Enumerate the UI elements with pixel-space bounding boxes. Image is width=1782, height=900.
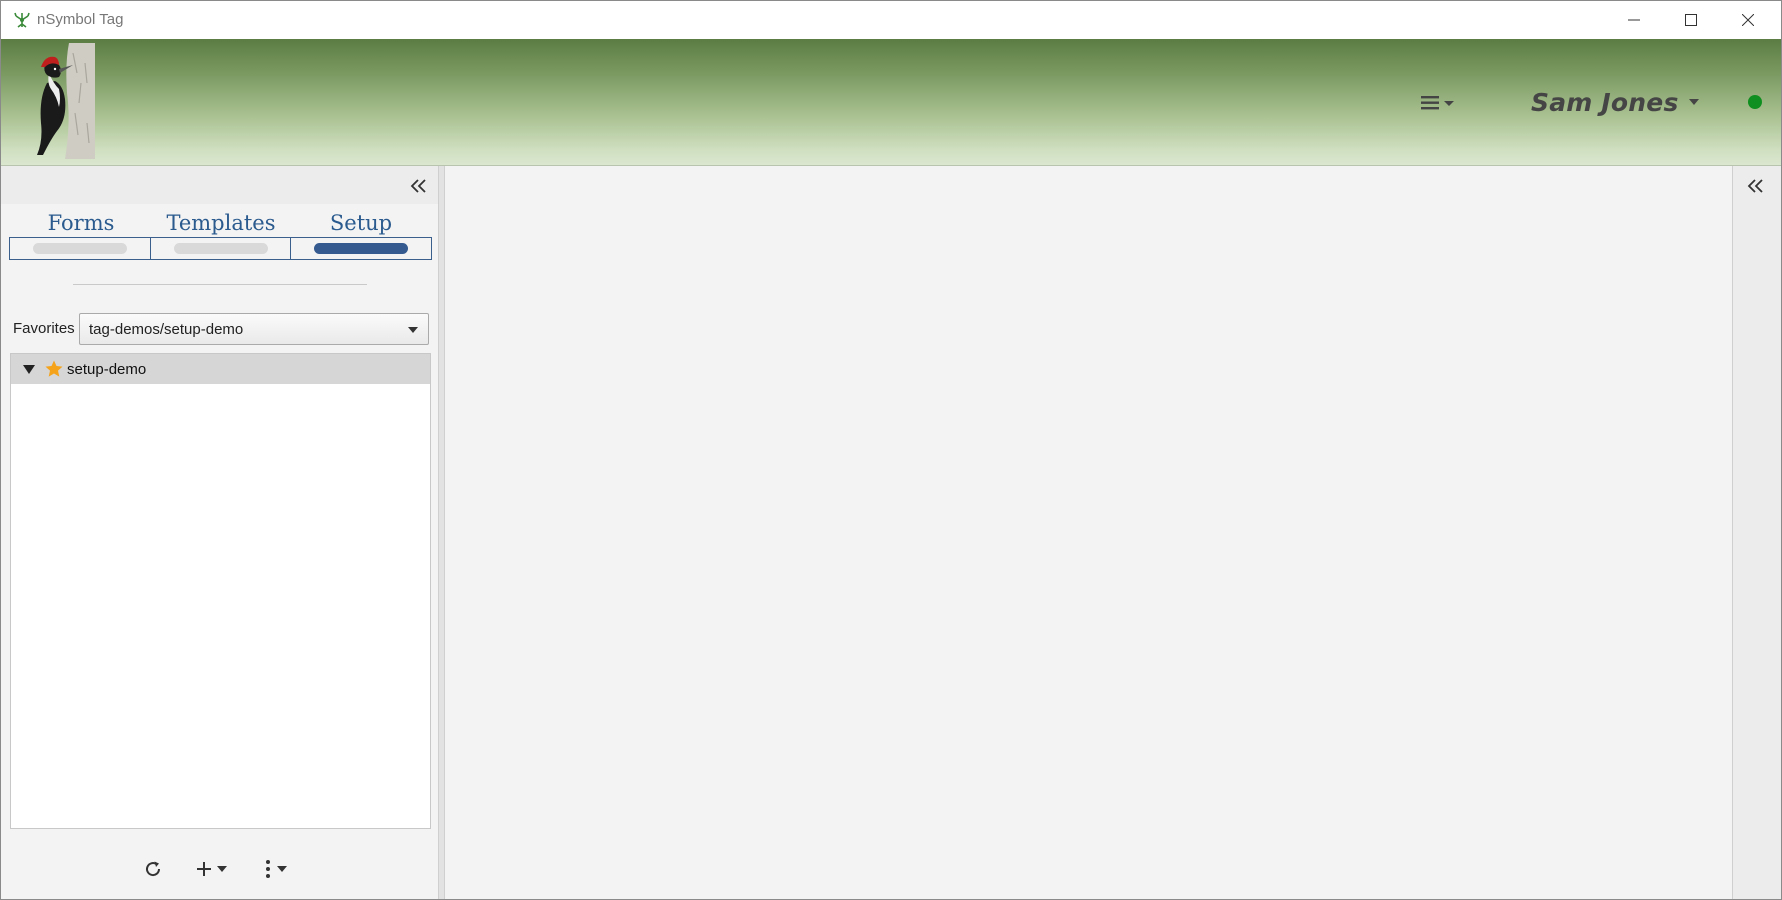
user-name: Sam Jones [1531,87,1679,117]
tab-forms-indicator[interactable] [10,238,151,259]
tab-setup-indicator[interactable] [291,238,431,259]
tab-pill [173,243,268,254]
user-menu[interactable]: Sam Jones [1531,87,1699,117]
favorites-label: Favorites [13,320,75,337]
tab-templates[interactable]: Templates [151,211,291,235]
minimize-button[interactable] [1605,1,1663,39]
chevron-down-icon [408,327,418,333]
tab-indicator-strip [9,237,432,260]
favorites-select[interactable]: tag-demos/setup-demo [79,313,429,345]
window-title: nSymbol Tag [37,11,124,28]
double-chevron-left-icon[interactable] [1746,176,1766,196]
minimize-icon [1628,19,1640,21]
tree-item[interactable]: setup-demo [11,354,430,384]
expand-triangle-icon[interactable] [23,364,35,374]
star-icon [45,360,63,377]
more-options-button[interactable] [263,856,287,882]
refresh-button[interactable] [142,856,164,882]
left-panel-toolbar [1,166,438,204]
chevron-down-icon [217,866,227,872]
favorites-selected-value: tag-demos/setup-demo [89,321,244,338]
left-panel: Forms Templates Setup Favorites tag-demo… [1,166,438,899]
left-splitter[interactable] [438,166,445,899]
maximize-button[interactable] [1662,1,1720,39]
chevron-down-icon [1688,99,1699,105]
kebab-menu-icon [266,860,270,878]
refresh-icon [146,861,161,877]
right-panel [1732,166,1781,899]
connection-status-indicator [1748,95,1762,109]
double-chevron-left-icon[interactable] [409,176,429,196]
woodpecker-logo [37,43,95,159]
add-button[interactable] [195,856,227,882]
hamburger-menu-icon[interactable] [1419,91,1459,115]
close-button[interactable] [1719,1,1777,39]
close-icon [1742,14,1754,26]
header-banner: Sam Jones [1,39,1781,166]
section-divider [73,284,367,285]
tree-item-label: setup-demo [67,360,147,378]
tab-forms[interactable]: Forms [11,211,151,235]
tab-templates-indicator[interactable] [151,238,292,259]
maximize-icon [1685,14,1697,26]
tab-pill [32,243,127,254]
main-content-area [445,166,1732,899]
tab-pill-active [314,243,409,254]
app-window: nSymbol Tag Sam Jones Forms Templates Se… [0,0,1782,900]
tab-setup[interactable]: Setup [291,211,431,235]
tree-view[interactable]: setup-demo [10,353,431,829]
title-bar: nSymbol Tag [1,1,1781,39]
app-icon [14,12,30,28]
chevron-down-icon [277,866,287,872]
plus-icon [197,862,211,876]
